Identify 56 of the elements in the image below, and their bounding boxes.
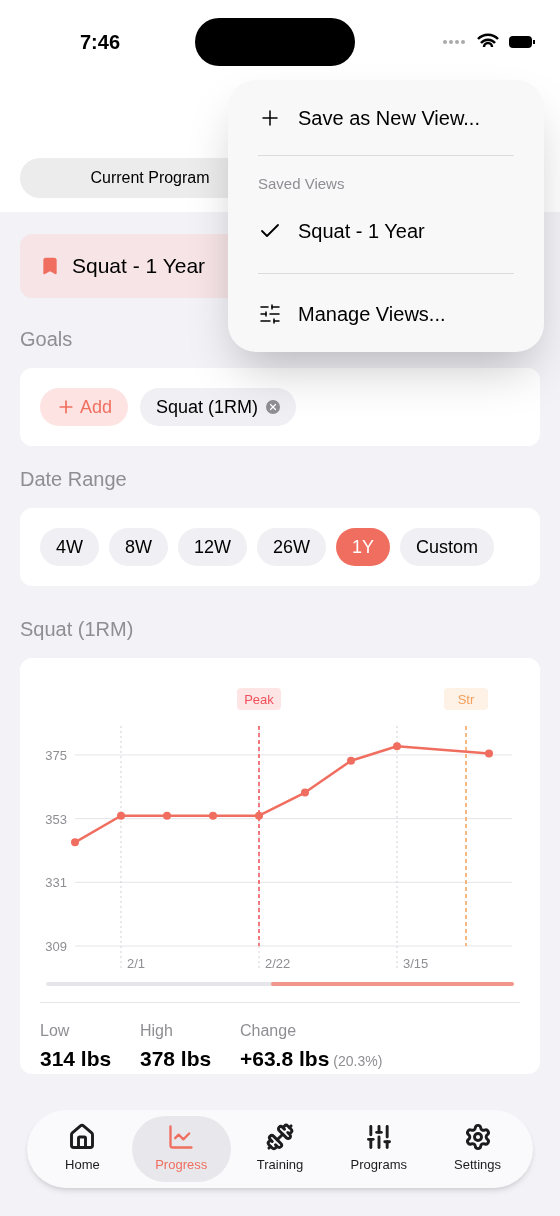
y-tick-label: 353 (45, 811, 67, 827)
marker-label: Str (457, 692, 475, 707)
tab-item[interactable]: Training (230, 1116, 330, 1182)
data-point (71, 838, 79, 847)
dumbbell-icon (266, 1123, 294, 1152)
stat-note: (20.3%) (333, 1051, 383, 1071)
data-point (301, 788, 309, 797)
battery-icon (508, 35, 536, 49)
y-tick-label: 331 (45, 875, 67, 891)
range-chip[interactable]: 12W (178, 528, 247, 566)
stat-value: +63.8 lbs (240, 1045, 330, 1072)
data-point (117, 811, 125, 820)
goal-chip[interactable]: Squat (1RM) (140, 388, 297, 426)
sliders-icon (364, 1123, 393, 1152)
data-point (347, 756, 355, 765)
bookmark-icon (40, 256, 60, 276)
signal-icon (442, 39, 468, 45)
data-point (485, 749, 493, 758)
sliders-icon (258, 302, 282, 326)
chart-icon (167, 1123, 196, 1152)
status-time: 7:46 (80, 30, 121, 55)
menu-item[interactable]: Manage Views... (258, 286, 514, 342)
menu-item[interactable]: Squat - 1 Year (258, 202, 514, 259)
section-title: Date Range (20, 467, 128, 492)
marker-label-background (444, 688, 488, 710)
tab-item[interactable]: Programs (329, 1116, 429, 1182)
data-point (163, 811, 171, 820)
marker-label: Peak (244, 692, 274, 707)
stat-label: Change (240, 1020, 298, 1041)
y-tick-label: 375 (45, 747, 67, 763)
range-scrollbar[interactable] (46, 982, 514, 986)
y-tick-label: 309 (45, 939, 67, 954)
stat-value: 314 lbs (40, 1045, 112, 1072)
x-tick-label: 2/1 (127, 956, 146, 971)
x-tick-label: 2/22 (265, 956, 291, 971)
stat-label: High (140, 1020, 174, 1041)
tab-item[interactable]: Home (33, 1116, 132, 1182)
range-chip[interactable]: 4W (40, 528, 99, 566)
section-title: Goals (20, 327, 74, 352)
tab-item[interactable]: Settings (428, 1116, 527, 1182)
data-point (255, 811, 263, 820)
data-point (393, 742, 401, 751)
x-tick-label: 3/15 (403, 956, 429, 971)
remove-icon[interactable] (266, 400, 281, 414)
stat-value: 378 lbs (140, 1045, 212, 1072)
range-chip[interactable]: Custom (400, 528, 495, 566)
section-title: Squat (1RM) (20, 617, 135, 642)
marker-label-background (237, 688, 281, 710)
saved-view-title: Squat - 1 Year (72, 253, 206, 280)
range-chip[interactable]: 26W (257, 528, 327, 566)
data-point (209, 811, 217, 820)
stat-label: Low (40, 1020, 71, 1041)
menu-item[interactable]: Save as New View... (258, 90, 514, 145)
home-icon (68, 1123, 97, 1152)
range-chip[interactable]: 8W (109, 528, 168, 566)
settings-icon (463, 1123, 492, 1152)
